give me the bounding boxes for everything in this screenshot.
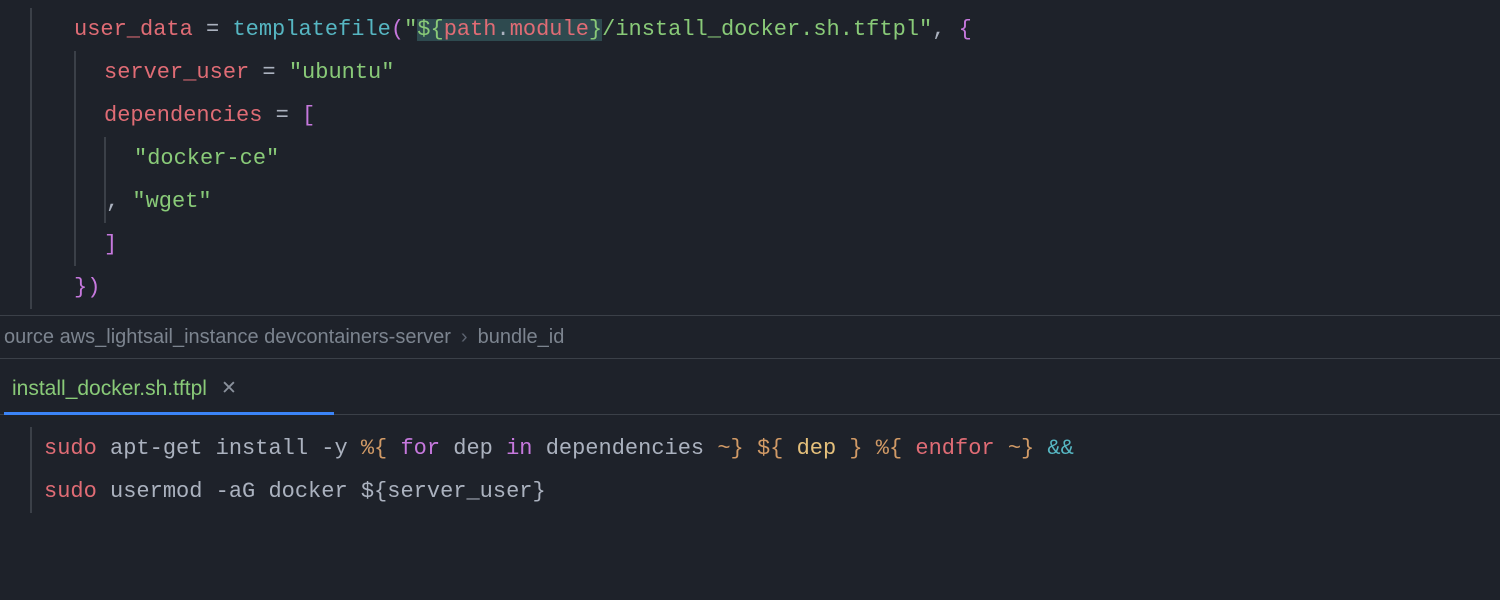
interp-close: } — [533, 481, 546, 503]
space — [1034, 438, 1047, 460]
code-line[interactable]: sudo apt-get install -y %{ for dep in de… — [0, 427, 1500, 470]
template-delim: %{ — [361, 438, 387, 460]
keyword-endfor: endfor — [915, 438, 994, 460]
interp-path-b: module — [510, 17, 589, 42]
interp-open: ${ — [757, 438, 783, 460]
space — [863, 438, 876, 460]
interp-highlight: ${path.module} — [417, 19, 602, 41]
breadcrumb-segment[interactable]: bundle_id — [478, 327, 565, 347]
space — [744, 438, 757, 460]
comma: , — [106, 191, 132, 213]
code-line[interactable]: }) — [30, 266, 1500, 309]
comma: , — [932, 19, 945, 41]
string-quote: " — [404, 19, 417, 41]
open-paren: ( — [391, 19, 404, 41]
equals: = — [193, 19, 233, 41]
variable-ref: dep — [797, 438, 837, 460]
command-text: usermod -aG docker — [97, 481, 361, 503]
code-line[interactable]: ] — [30, 223, 1500, 266]
keyword-sudo: sudo — [44, 438, 97, 460]
tab-label: install_docker.sh.tftpl — [12, 378, 207, 399]
string-literal: "docker-ce" — [134, 148, 279, 170]
keyword-in: in — [506, 438, 532, 460]
property-name: server_user — [104, 62, 249, 84]
property-name: dependencies — [104, 105, 262, 127]
variable-ref: server_user — [387, 481, 532, 503]
breadcrumb-segment[interactable]: ource aws_lightsail_instance devcontaine… — [4, 327, 451, 347]
property-name: user_data — [74, 19, 193, 41]
breadcrumb[interactable]: ource aws_lightsail_instance devcontaine… — [0, 315, 1500, 359]
loop-var-decl: dep — [440, 438, 506, 460]
space — [995, 438, 1008, 460]
string-quote: " — [919, 19, 932, 41]
terraform-editor-pane[interactable]: user_data = templatefile ( " ${path.modu… — [0, 0, 1500, 315]
code-line[interactable]: , "wget" — [30, 180, 1500, 223]
code-line[interactable]: server_user = "ubuntu" — [30, 51, 1500, 94]
loop-iter: dependencies — [533, 438, 718, 460]
chevron-right-icon: › — [461, 327, 468, 347]
interp-close: } — [589, 17, 602, 42]
interp-close: } — [849, 438, 862, 460]
close-bracket: ] — [104, 234, 117, 256]
string-rest: /install_docker.sh.tftpl — [602, 19, 919, 41]
equals: = — [249, 62, 289, 84]
code-line[interactable]: user_data = templatefile ( " ${path.modu… — [30, 8, 1500, 51]
string-literal: "wget" — [132, 191, 211, 213]
open-brace: { — [945, 19, 971, 41]
operator-and: && — [1047, 438, 1073, 460]
indent-guide — [30, 8, 32, 309]
code-line[interactable]: dependencies = [ — [30, 94, 1500, 137]
space — [902, 438, 915, 460]
space — [783, 438, 796, 460]
template-delim: ~} — [1008, 438, 1034, 460]
interp-open: ${ — [417, 17, 443, 42]
code-line[interactable]: "docker-ce" — [30, 137, 1500, 180]
template-delim: ~} — [717, 438, 743, 460]
keyword-sudo: sudo — [44, 481, 97, 503]
equals: = — [262, 105, 302, 127]
editor-tab-bar: install_docker.sh.tftpl ✕ — [0, 359, 1500, 415]
interp-path-a: path — [444, 17, 497, 42]
close-brace-paren: }) — [74, 277, 100, 299]
indent-guide — [30, 427, 32, 513]
close-icon[interactable]: ✕ — [221, 379, 237, 398]
keyword-for: for — [400, 438, 440, 460]
template-editor-pane[interactable]: sudo apt-get install -y %{ for dep in de… — [0, 415, 1500, 513]
editor-tab[interactable]: install_docker.sh.tftpl ✕ — [4, 362, 257, 414]
code-line[interactable]: sudo usermod -aG docker ${ server_user } — [0, 470, 1500, 513]
space — [836, 438, 849, 460]
interp-open: ${ — [361, 481, 387, 503]
space — [387, 438, 400, 460]
command-text: apt-get install -y — [97, 438, 361, 460]
open-bracket: [ — [302, 105, 315, 127]
string-literal: "ubuntu" — [289, 62, 395, 84]
function-call: templatefile — [232, 19, 390, 41]
template-delim: %{ — [876, 438, 902, 460]
interp-dot: . — [497, 17, 510, 42]
